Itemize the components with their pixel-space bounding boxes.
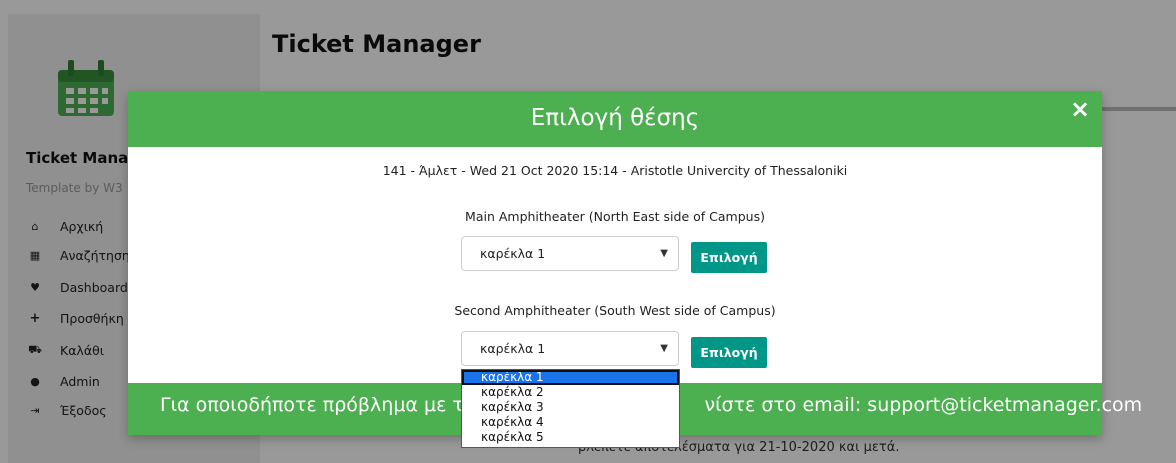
select-value: καρέκλα 1 xyxy=(480,341,546,356)
dropdown-option[interactable]: καρέκλα 2 xyxy=(462,385,679,400)
chevron-down-icon: ▼ xyxy=(660,248,668,259)
chevron-down-icon: ▼ xyxy=(660,343,668,354)
dropdown-option[interactable]: καρέκλα 5 xyxy=(462,430,679,445)
modal-header: Επιλογή θέσης × xyxy=(128,91,1102,147)
venue-label-main: Main Amphitheater (North East side of Ca… xyxy=(465,209,765,224)
select-seat-button-main[interactable]: Επιλογή xyxy=(691,242,767,273)
support-message-left: Για οποιοδήποτε πρόβλημα με την xyxy=(160,394,487,416)
modal-title: Επιλογή θέσης xyxy=(530,105,700,131)
seat-select-main[interactable]: καρέκλα 1 ▼ xyxy=(461,236,679,271)
dropdown-option[interactable]: καρέκλα 3 xyxy=(462,400,679,415)
select-value: καρέκλα 1 xyxy=(480,246,546,261)
dropdown-option[interactable]: καρέκλα 1 xyxy=(462,370,679,385)
dropdown-option[interactable]: καρέκλα 4 xyxy=(462,415,679,430)
venue-label-second: Second Amphitheater (South West side of … xyxy=(454,303,776,318)
support-message-right: νίστε στο email: support@ticketmanager.c… xyxy=(704,394,1143,416)
close-button[interactable]: × xyxy=(1068,95,1092,123)
event-info: 141 - Άμλετ - Wed 21 Oct 2020 15:14 - Ar… xyxy=(382,163,848,178)
select-seat-button-second[interactable]: Επιλογή xyxy=(691,337,767,368)
seat-select-second[interactable]: καρέκλα 1 ▼ xyxy=(461,331,679,366)
seat-dropdown-list[interactable]: καρέκλα 1 καρέκλα 2 καρέκλα 3 καρέκλα 4 … xyxy=(461,369,680,448)
